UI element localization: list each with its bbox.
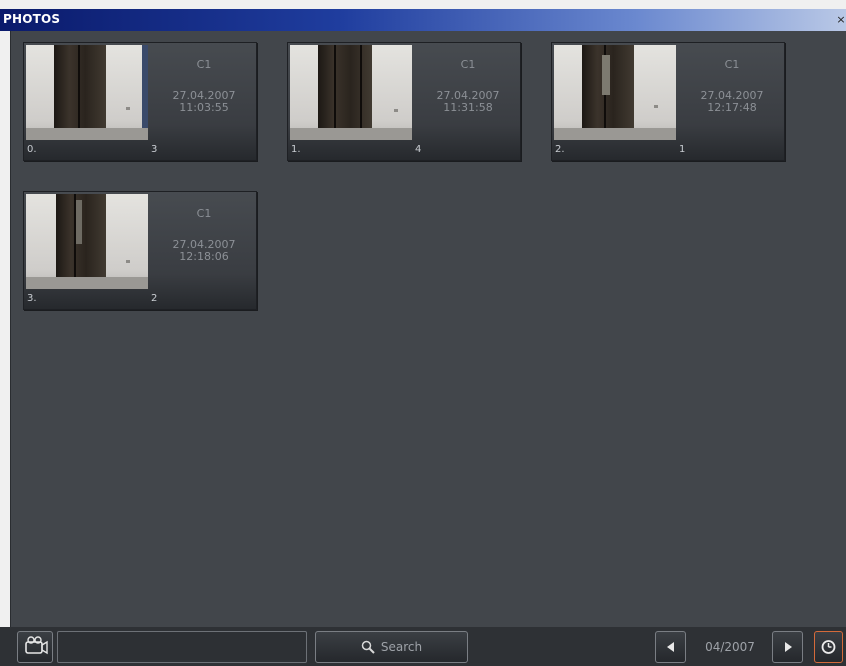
camera-label: C1 — [196, 58, 212, 71]
camera-label: C1 — [460, 58, 476, 71]
camera-icon — [25, 636, 48, 655]
prev-month-button[interactable] — [655, 631, 686, 663]
photo-index: 2. — [555, 144, 565, 155]
photo-thumbnail[interactable]: C1 27.04.2007 11:03:55 0. 3 — [23, 42, 257, 161]
photo-image — [290, 45, 412, 140]
photo-time: 12:17:48 — [707, 101, 757, 114]
close-icon[interactable]: × — [836, 12, 846, 28]
photo-thumbnail[interactable]: C1 27.04.2007 11:31:58 1. 4 — [287, 42, 521, 161]
photo-image — [26, 194, 148, 289]
photo-time: 11:31:58 — [443, 101, 493, 114]
current-month-label: 04/2007 — [705, 640, 755, 654]
photo-thumbnail[interactable]: C1 27.04.2007 12:17:48 2. 1 — [551, 42, 785, 161]
search-button-label: Search — [380, 640, 423, 654]
photos-window: PHOTOS × C1 27.04.2007 11:03:55 0. 3 C1 … — [0, 0, 846, 666]
photo-index: 1. — [291, 144, 301, 155]
photo-count: 1 — [679, 144, 686, 155]
photo-grid: C1 27.04.2007 11:03:55 0. 3 C1 27.04.200… — [10, 31, 846, 627]
magnifier-icon — [361, 640, 375, 654]
photo-index: 3. — [27, 293, 37, 304]
search-button[interactable]: Search — [315, 631, 468, 663]
photo-count: 4 — [415, 144, 422, 155]
search-input[interactable] — [57, 631, 307, 663]
photo-count: 2 — [151, 293, 158, 304]
photo-image — [554, 45, 676, 140]
camera-label: C1 — [724, 58, 740, 71]
camera-label: C1 — [196, 207, 212, 220]
next-month-button[interactable] — [772, 631, 803, 663]
title-bar[interactable]: PHOTOS × — [0, 9, 846, 31]
arrow-left-icon — [666, 642, 674, 652]
camera-button[interactable] — [17, 631, 53, 663]
photo-time: 11:03:55 — [179, 101, 229, 114]
photo-index: 0. — [27, 144, 37, 155]
photo-time: 12:18:06 — [179, 250, 229, 263]
photo-count: 3 — [151, 144, 158, 155]
clock-button[interactable] — [814, 631, 843, 663]
photo-thumbnail[interactable]: C1 27.04.2007 12:18:06 3. 2 — [23, 191, 257, 310]
bottom-toolbar: Search 04/2007 — [0, 627, 846, 666]
arrow-right-icon — [784, 642, 792, 652]
window-title: PHOTOS — [3, 12, 61, 26]
clock-icon — [821, 640, 836, 654]
photo-image — [26, 45, 148, 140]
